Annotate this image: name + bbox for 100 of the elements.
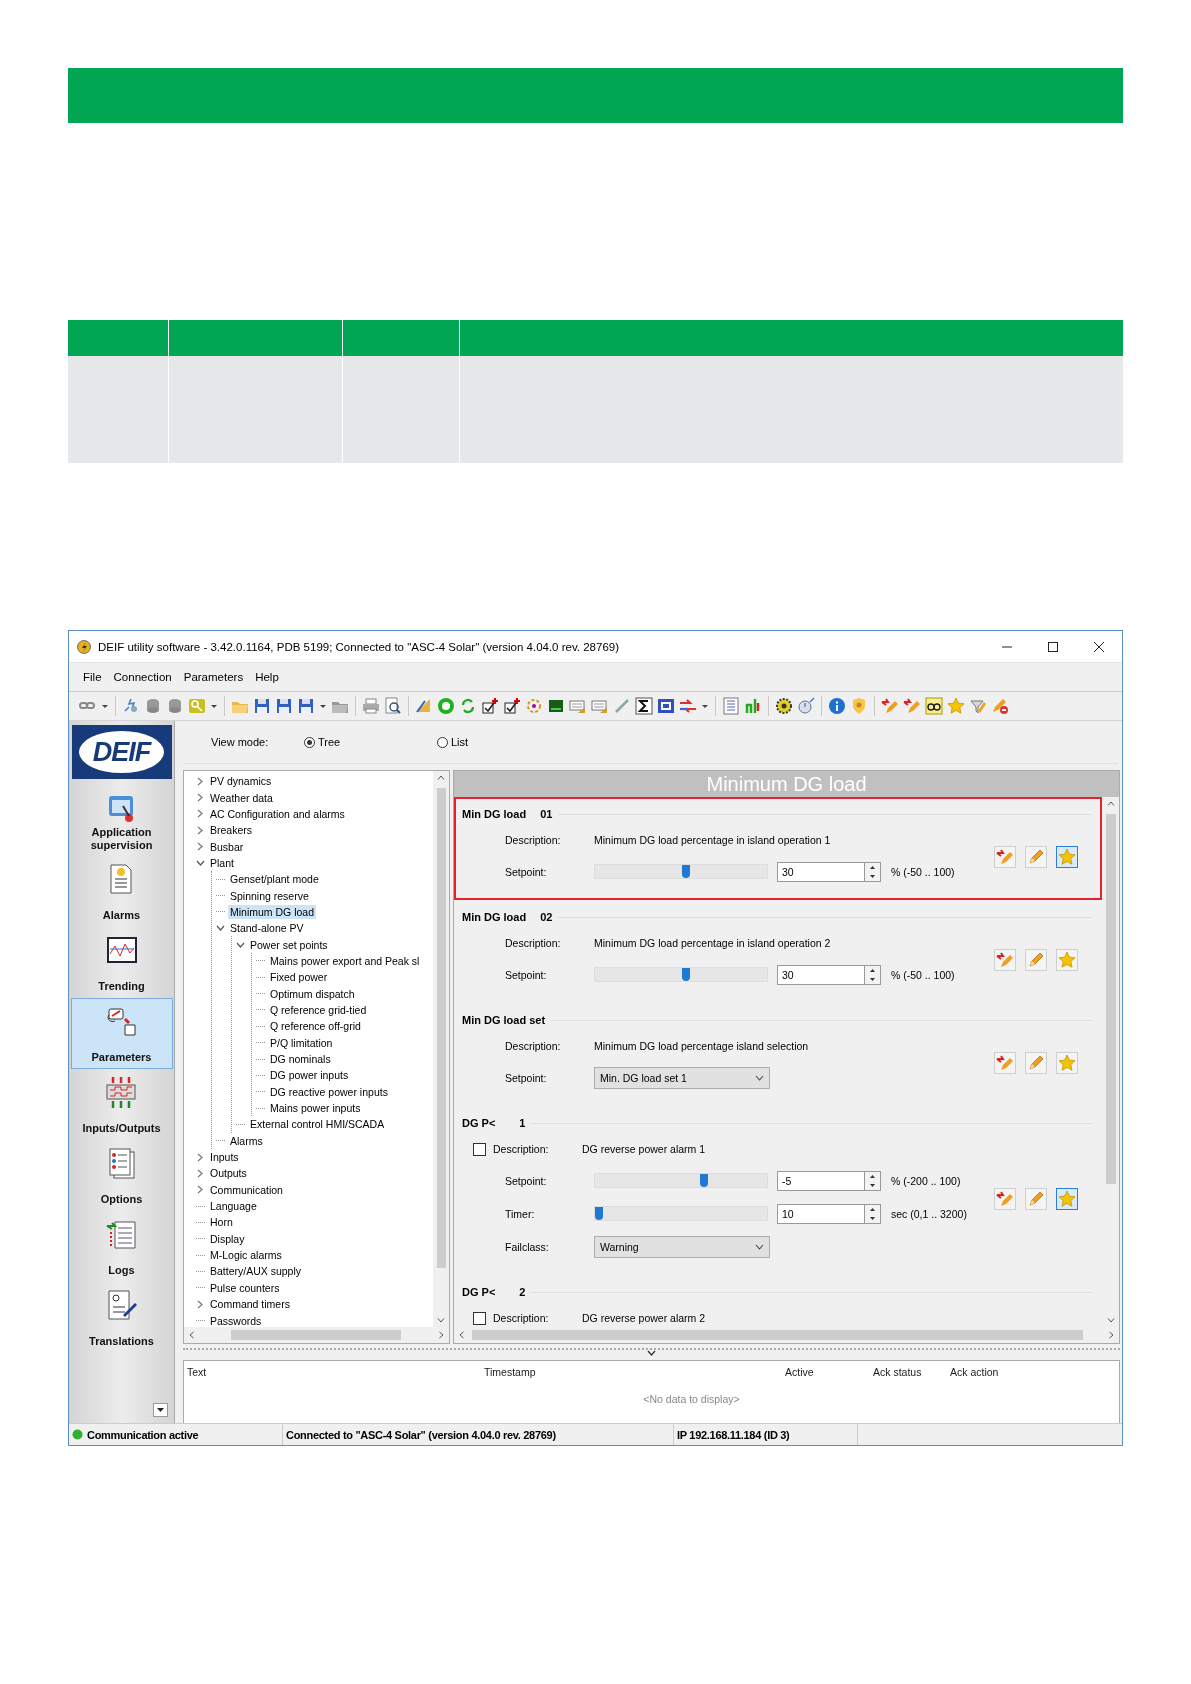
info-icon[interactable] <box>828 697 846 715</box>
tree-item[interactable]: Passwords <box>208 1313 264 1327</box>
close-icon[interactable] <box>1094 641 1104 652</box>
tree-item[interactable]: Genset/plant mode <box>228 872 321 887</box>
sidebar-item[interactable]: Trending <box>70 927 173 998</box>
edit-button[interactable] <box>1025 845 1047 868</box>
tree-item[interactable]: Plant <box>208 855 236 870</box>
pencil-icon[interactable] <box>903 697 921 715</box>
tree-item[interactable]: Mains power inputs <box>268 1101 363 1116</box>
menu-item[interactable]: Parameters <box>177 671 250 683</box>
menu-item[interactable]: Help <box>249 671 285 683</box>
slider-thumb[interactable] <box>681 968 690 981</box>
write-button[interactable] <box>994 845 1016 868</box>
edit-button[interactable] <box>1025 1051 1047 1074</box>
plug-icon[interactable] <box>122 697 140 715</box>
sidebar-item[interactable]: Inputs/Outputs <box>70 1069 173 1140</box>
tree-item[interactable]: DG power inputs <box>268 1068 351 1083</box>
number-field[interactable]: -5 <box>777 1170 864 1191</box>
number-field[interactable]: 10 <box>777 1203 864 1224</box>
chevron-right-icon[interactable] <box>197 1152 203 1162</box>
ring-icon[interactable] <box>437 697 455 715</box>
menu-item[interactable]: File <box>77 671 108 683</box>
write-button[interactable] <box>994 948 1016 971</box>
sidebar-item[interactable]: Translations <box>70 1282 173 1353</box>
chevron-right-icon[interactable] <box>197 809 203 819</box>
chip-icon[interactable] <box>547 697 565 715</box>
chevron-right-icon[interactable] <box>197 793 203 802</box>
dropdown-button[interactable] <box>153 1403 168 1417</box>
sum-icon[interactable] <box>635 697 653 715</box>
dropdown[interactable]: Min. DG load set 1 <box>594 1066 770 1089</box>
tree-item[interactable]: AC Configuration and alarms <box>208 806 347 821</box>
chevron-right-icon[interactable] <box>197 1168 203 1178</box>
chevron-right-icon[interactable] <box>197 825 203 835</box>
slider-thumb[interactable] <box>681 865 690 878</box>
chevron-right-icon[interactable] <box>1109 1331 1114 1339</box>
chevron-left-icon[interactable] <box>459 1331 464 1339</box>
sidebar-item[interactable]: Application supervision <box>70 785 173 856</box>
funnel-icon[interactable] <box>969 697 987 715</box>
chevron-right-icon[interactable] <box>197 776 203 786</box>
star-icon[interactable] <box>947 697 965 715</box>
glasses-icon[interactable] <box>925 697 943 715</box>
caret-icon[interactable] <box>319 702 327 710</box>
number-field[interactable]: 30 <box>777 861 864 882</box>
tree-item[interactable]: Pulse counters <box>208 1280 282 1295</box>
pencil-icon[interactable] <box>881 697 899 715</box>
database-icon[interactable] <box>166 697 184 715</box>
tree-item[interactable]: Battery/AUX supply <box>208 1264 304 1279</box>
sidebar-item[interactable]: Parameters <box>70 998 173 1069</box>
tree-item[interactable]: Spinning reserve <box>228 888 311 903</box>
caret-icon[interactable] <box>101 702 109 710</box>
tree-item[interactable]: Horn <box>208 1215 235 1230</box>
tree-item[interactable]: Power set points <box>248 937 330 952</box>
tree-item[interactable]: Breakers <box>208 823 254 838</box>
print-preview-icon[interactable] <box>384 697 402 715</box>
tree-item[interactable]: Alarms <box>228 1133 265 1148</box>
sidebar-item[interactable]: Alarms <box>70 856 173 927</box>
radio-button[interactable] <box>437 736 448 748</box>
sidebar-item[interactable]: Logs <box>70 1211 173 1282</box>
chevron-up-icon[interactable] <box>437 775 445 780</box>
tree-item[interactable]: Stand-alone PV <box>228 921 306 936</box>
caret-icon[interactable] <box>701 702 709 710</box>
chevron-right-icon[interactable] <box>197 1185 203 1195</box>
sidebar-item[interactable]: Options <box>70 1140 173 1211</box>
scrollbar-thumb[interactable] <box>436 788 446 1268</box>
edit-button[interactable] <box>1025 948 1047 971</box>
slider-thumb[interactable] <box>595 1207 603 1220</box>
id-card-icon[interactable] <box>657 697 675 715</box>
tree-item[interactable]: M-Logic alarms <box>208 1248 284 1263</box>
checkbox-icon[interactable] <box>503 697 521 715</box>
arrows-icon[interactable] <box>679 697 697 715</box>
gear-icon[interactable] <box>525 697 543 715</box>
database-icon[interactable] <box>144 697 162 715</box>
caret-icon[interactable] <box>210 702 218 710</box>
shield-icon[interactable] <box>850 697 868 715</box>
chevron-right-icon[interactable] <box>197 1299 203 1309</box>
chevron-down-icon[interactable] <box>437 1318 445 1323</box>
tree-item[interactable]: Command timers <box>208 1297 292 1312</box>
chevron-down-icon[interactable] <box>215 925 225 932</box>
scrollbar-thumb[interactable] <box>472 1330 1083 1340</box>
checkbox[interactable] <box>473 1142 486 1156</box>
menu-item[interactable]: Connection <box>107 671 178 683</box>
edit-button[interactable] <box>1025 1187 1047 1210</box>
chevron-up-icon[interactable] <box>1106 801 1115 806</box>
maximize-icon[interactable] <box>1048 641 1058 652</box>
tree-item[interactable]: External control HMI/SCADA <box>248 1117 387 1132</box>
chevron-left-icon[interactable] <box>189 1331 194 1339</box>
tree-item[interactable]: Communication <box>208 1182 285 1197</box>
checkbox-icon[interactable] <box>481 697 499 715</box>
tree-item[interactable]: Busbar <box>208 839 246 854</box>
slider-thumb[interactable] <box>699 1174 708 1187</box>
ruler-icon[interactable] <box>415 697 433 715</box>
tree-item[interactable]: DG nominals <box>268 1052 333 1066</box>
dropdown[interactable]: Warning <box>594 1235 770 1258</box>
scrollbar-thumb[interactable] <box>1105 814 1116 1184</box>
chevron-down-icon[interactable] <box>1106 1318 1115 1323</box>
chevron-down-icon[interactable] <box>235 941 245 948</box>
tree-item[interactable]: P/Q limitation <box>268 1035 335 1050</box>
scrollbar-thumb[interactable] <box>230 1330 401 1340</box>
chevron-right-icon[interactable] <box>439 1331 444 1339</box>
checkbox[interactable] <box>473 1311 486 1325</box>
